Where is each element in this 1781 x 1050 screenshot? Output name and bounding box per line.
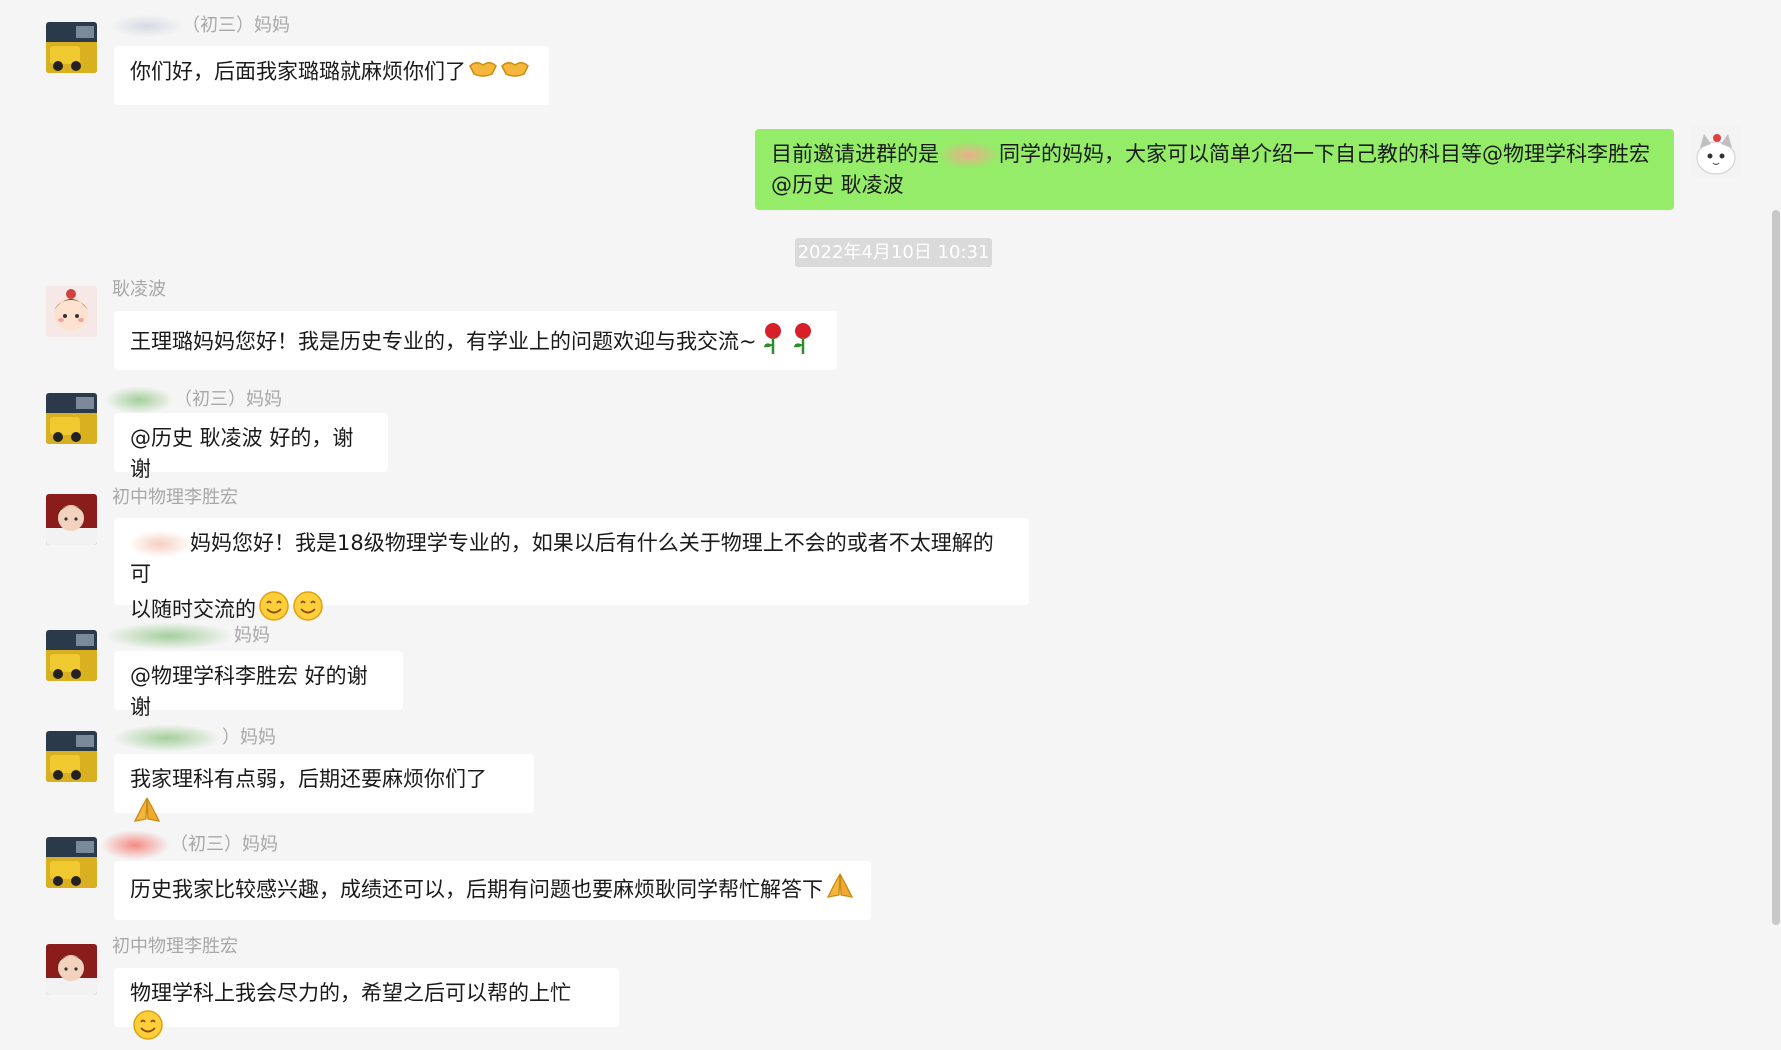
sender-name: （初三）妈妈 xyxy=(112,15,290,37)
sender-name: 耿凌波 xyxy=(112,279,166,300)
redacted-name xyxy=(130,531,190,557)
sender-name: 妈妈 xyxy=(104,622,270,650)
avatar-teacher-history[interactable] xyxy=(46,286,97,337)
message-text: 王理璐妈妈您好！我是历史专业的，有学业上的问题欢迎与我交流~ xyxy=(130,329,757,354)
message-text: 历史我家比较感兴趣，成绩还可以，后期有问题也要麻烦耿同学帮忙解答下 xyxy=(130,877,823,902)
message-text: 物理学科上我会尽力的，希望之后可以帮的上忙 xyxy=(130,981,571,1005)
sender-name-text: （初三）妈妈 xyxy=(182,15,290,36)
sender-name-text: （初三）妈妈 xyxy=(174,389,282,410)
handshake-emoji xyxy=(500,56,530,89)
avatar-self[interactable] xyxy=(1691,126,1742,177)
redacted-name xyxy=(112,724,222,752)
timestamp: 2022年4月10日 10:31 xyxy=(795,238,992,267)
message-text: @历史 耿凌波 好的，谢谢 xyxy=(130,426,354,481)
message-bubble[interactable]: 你们好，后面我家璐璐就麻烦你们了 xyxy=(114,46,549,105)
message-text: 我家理科有点弱，后期还要麻烦你们了 xyxy=(130,767,487,791)
avatar-parent[interactable] xyxy=(46,731,97,782)
sender-name-text: 妈妈 xyxy=(234,625,270,646)
avatar-parent[interactable] xyxy=(46,22,97,73)
redacted-name xyxy=(104,386,174,414)
message-text: 妈妈您好！我是18级物理学专业的，如果以后有什么关于物理上不会的或者不太理解的可 xyxy=(130,531,994,586)
message-bubble[interactable]: 妈妈您好！我是18级物理学专业的，如果以后有什么关于物理上不会的或者不太理解的可… xyxy=(114,518,1029,622)
sender-name: 初中物理李胜宏 xyxy=(112,936,238,957)
scrollbar[interactable] xyxy=(1772,210,1780,925)
smile-emoji xyxy=(132,1009,164,1050)
sender-name: （初三）妈妈 xyxy=(104,386,282,414)
message-bubble-self[interactable]: 目前邀请进群的是 同学的妈妈，大家可以简单介绍一下自己教的科目等@物理学科李胜宏 … xyxy=(755,129,1674,210)
smile-emoji xyxy=(292,590,324,631)
message-bubble[interactable]: 我家理科有点弱，后期还要麻烦你们了 xyxy=(114,754,534,822)
sender-name: 初中物理李胜宏 xyxy=(112,487,238,508)
message-bubble[interactable]: @历史 耿凌波 好的，谢谢 xyxy=(114,413,388,481)
sender-name-text: （初三）妈妈 xyxy=(170,834,278,855)
message-bubble[interactable]: 王理璐妈妈您好！我是历史专业的，有学业上的问题欢迎与我交流~ xyxy=(114,311,837,370)
handshake-emoji xyxy=(468,56,498,89)
redacted-name xyxy=(104,622,234,650)
pray-emoji xyxy=(825,871,855,910)
avatar-parent[interactable] xyxy=(46,630,97,681)
message-text: 你们好，后面我家璐璐就麻烦你们了 xyxy=(130,59,466,84)
rose-emoji xyxy=(759,321,787,364)
message-bubble[interactable]: @物理学科李胜宏 好的谢谢 xyxy=(114,651,403,719)
avatar-parent[interactable] xyxy=(46,393,97,444)
sender-name-text: ）妈妈 xyxy=(222,727,276,748)
redacted-name xyxy=(100,830,170,860)
avatar-teacher-physics[interactable] xyxy=(46,944,97,995)
pray-emoji xyxy=(132,795,162,834)
avatar-parent[interactable] xyxy=(46,837,97,888)
message-text: @物理学科李胜宏 好的谢谢 xyxy=(130,664,368,719)
message-text: 目前邀请进群的是 xyxy=(771,142,939,166)
sender-name: ）妈妈 xyxy=(112,724,276,752)
sender-name: （初三）妈妈 xyxy=(100,830,278,860)
message-text: 同学的妈妈，大家可以简单介绍一下自己教的科目等@物理学科李胜宏 xyxy=(999,142,1650,166)
message-text: 以随时交流的 xyxy=(130,597,256,622)
redacted-name xyxy=(112,15,182,37)
message-text: @历史 耿凌波 xyxy=(771,173,904,197)
rose-emoji xyxy=(789,321,817,364)
message-bubble[interactable]: 物理学科上我会尽力的，希望之后可以帮的上忙 xyxy=(114,968,619,1040)
redacted-name xyxy=(939,142,999,168)
message-bubble[interactable]: 历史我家比较感兴趣，成绩还可以，后期有问题也要麻烦耿同学帮忙解答下 xyxy=(114,861,871,920)
avatar-teacher-physics[interactable] xyxy=(46,494,97,545)
chat-panel: （初三）妈妈 你们好，后面我家璐璐就麻烦你们了 目前邀请进群的是 同学的妈妈，大家… xyxy=(0,0,1781,1040)
